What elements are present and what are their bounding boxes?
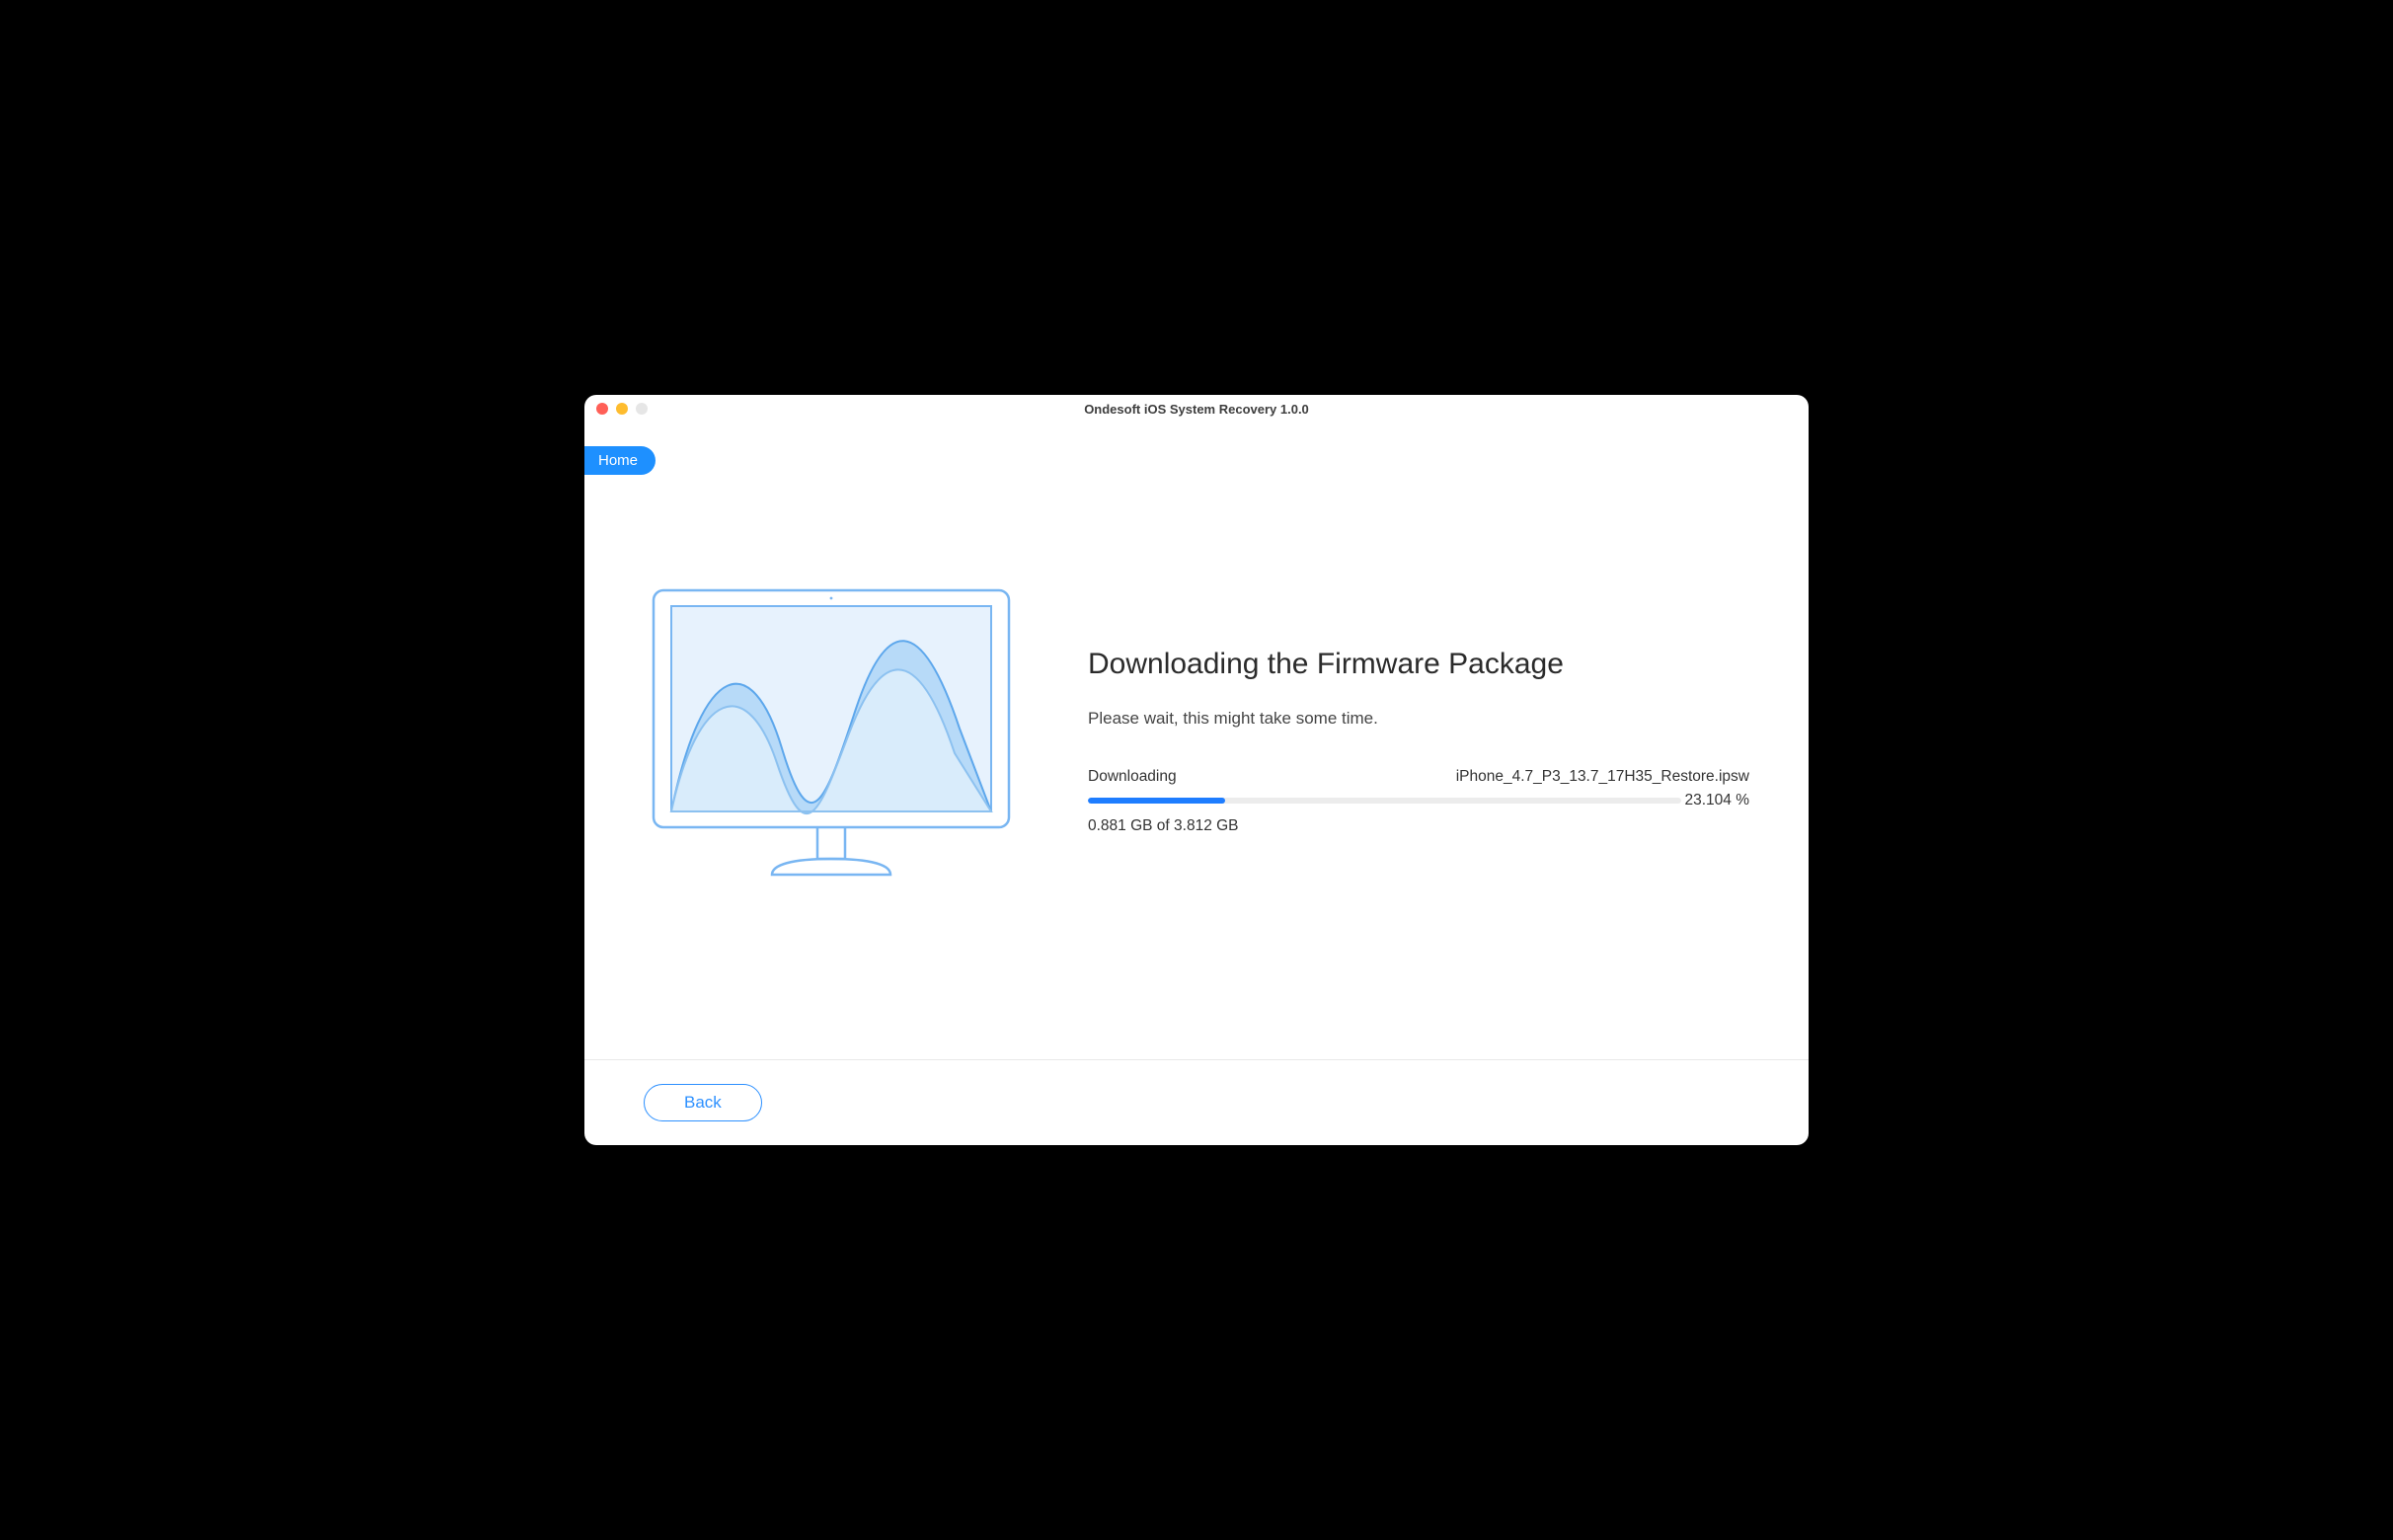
close-icon[interactable] — [596, 403, 608, 415]
progress-bytes: 0.881 GB of 3.812 GB — [1088, 817, 1749, 835]
minimize-icon[interactable] — [616, 403, 628, 415]
page-subtitle: Please wait, this might take some time. — [1088, 709, 1749, 729]
home-button[interactable]: Home — [584, 446, 656, 475]
progress-bar-fill — [1088, 798, 1225, 804]
progress-bar — [1088, 798, 1681, 804]
titlebar: Ondesoft iOS System Recovery 1.0.0 — [584, 395, 1809, 423]
back-label: Back — [684, 1093, 722, 1112]
window-title: Ondesoft iOS System Recovery 1.0.0 — [596, 402, 1797, 417]
download-filename: iPhone_4.7_P3_13.7_17H35_Restore.ipsw — [1456, 768, 1749, 786]
app-window: Ondesoft iOS System Recovery 1.0.0 Home — [584, 395, 1809, 1145]
zoom-icon[interactable] — [636, 403, 648, 415]
home-label: Home — [598, 452, 638, 469]
page-heading: Downloading the Firmware Package — [1088, 648, 1749, 681]
progress-row: 23.104 % — [1088, 792, 1749, 809]
monitor-icon — [644, 580, 1019, 896]
monitor-illustration — [644, 580, 1019, 901]
progress-percent: 23.104 % — [1685, 792, 1750, 809]
back-button[interactable]: Back — [644, 1084, 762, 1121]
status-label: Downloading — [1088, 768, 1177, 786]
content-area: Downloading the Firmware Package Please … — [584, 423, 1809, 1059]
download-pane: Downloading the Firmware Package Please … — [1088, 648, 1749, 835]
footer: Back — [584, 1059, 1809, 1145]
download-row: Downloading iPhone_4.7_P3_13.7_17H35_Res… — [1088, 768, 1749, 786]
window-controls — [596, 403, 648, 415]
